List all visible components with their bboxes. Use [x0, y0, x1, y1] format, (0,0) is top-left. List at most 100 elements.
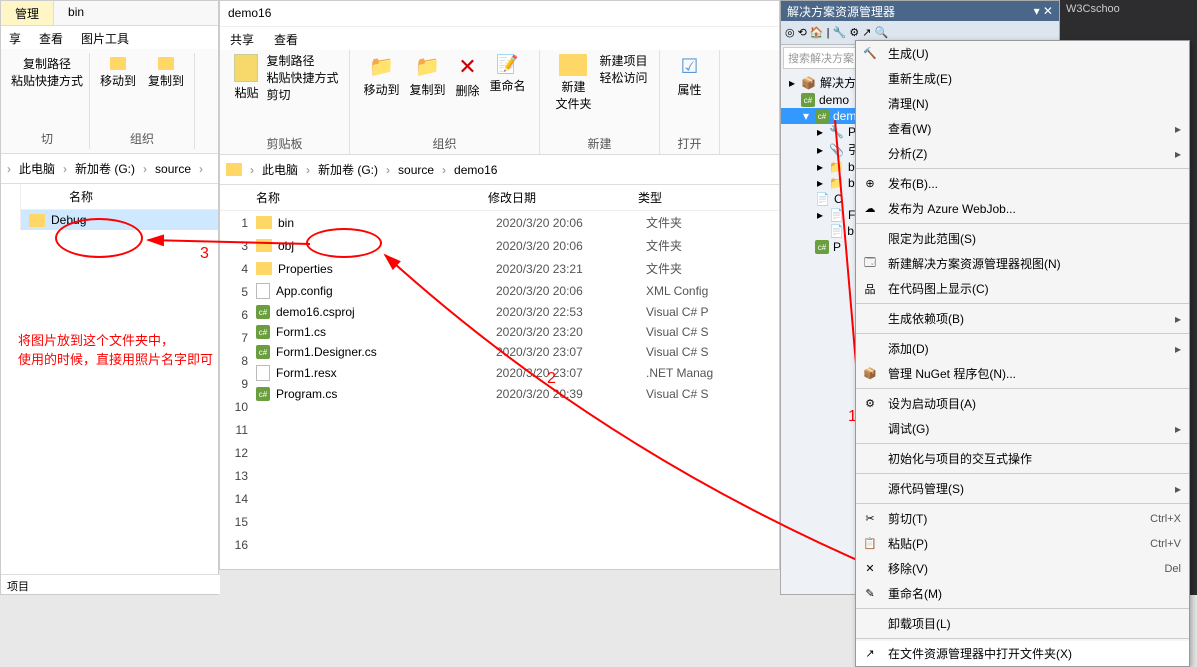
menu-item[interactable]: 限定为此范围(S) — [856, 226, 1189, 251]
grp-clipboard: 粘贴 复制路径 粘贴快捷方式 剪切 剪贴板 — [220, 50, 350, 154]
crumb-source[interactable]: source — [151, 160, 195, 178]
menu-item[interactable]: ⚙设为启动项目(A) — [856, 391, 1189, 416]
tab-manage[interactable]: 管理 — [1, 1, 54, 25]
file-row[interactable]: obj2020/3/20 20:06文件夹 — [220, 234, 779, 257]
paste-shortcut-btn-2[interactable]: 粘贴快捷方式 — [267, 69, 339, 86]
properties-btn[interactable]: ☑属性 — [673, 52, 705, 100]
col-name[interactable]: 名称 — [61, 184, 101, 209]
line-number: 11 — [220, 423, 254, 446]
col-name[interactable]: 名称 — [220, 185, 480, 210]
line-number: 7 — [220, 331, 254, 354]
tab-share[interactable]: 共享 — [230, 31, 254, 46]
number-strip: 1345678910111213141516 — [220, 216, 254, 561]
line-number: 5 — [220, 285, 254, 308]
paste-shortcut-btn[interactable]: 粘贴快捷方式 — [11, 72, 83, 89]
tab-bar: 管理 bin — [1, 1, 218, 26]
annotation-circle-debug — [55, 218, 143, 258]
list-header: 名称 — [21, 184, 218, 210]
window-title: demo16 — [220, 1, 779, 26]
explorer-window-1: 管理 bin 享 查看 图片工具 复制路径 粘贴快捷方式 切 移动到 复制到 组… — [0, 0, 219, 595]
cmd-view[interactable]: 查看 — [39, 30, 63, 45]
menu-item[interactable]: ✎重命名(M) — [856, 581, 1189, 606]
context-menu: 🔨生成(U)重新生成(E)清理(N)查看(W)▸分析(Z)▸ ⊕发布(B)...☁… — [855, 40, 1190, 667]
menu-item[interactable]: 重新生成(E) — [856, 66, 1189, 91]
grp-label-org: 组织 — [130, 130, 154, 147]
menu-item[interactable]: 初始化与项目的交互式操作 — [856, 446, 1189, 471]
file-row[interactable]: c#demo16.csproj2020/3/20 22:53Visual C# … — [220, 302, 779, 322]
line-number: 6 — [220, 308, 254, 331]
menu-item[interactable]: ✕移除(V)Del — [856, 556, 1189, 581]
file-row[interactable]: App.config2020/3/20 20:06XML Config — [220, 280, 779, 302]
ribbon-group-clipboard: 复制路径 粘贴快捷方式 切 — [5, 53, 90, 149]
copy-path-btn[interactable]: 复制路径 — [11, 55, 83, 72]
breadcrumb-2[interactable]: ›此电脑 ›新加卷 (G:) ›source ›demo16 — [220, 155, 779, 185]
ribbon-group-org: 移动到 复制到 组织 — [90, 53, 195, 149]
crumb-demo16[interactable]: demo16 — [450, 161, 501, 179]
col-type[interactable]: 类型 — [630, 185, 750, 210]
menu-item[interactable]: 调试(G)▸ — [856, 416, 1189, 441]
ribbon: 复制路径 粘贴快捷方式 切 移动到 复制到 组织 — [1, 49, 218, 154]
nav-tree[interactable] — [1, 184, 21, 230]
line-number: 16 — [220, 538, 254, 561]
move-to-btn[interactable]: 移动到 — [96, 55, 140, 91]
grp-new: 新建 文件夹 新建项目 轻松访问 新建 — [540, 50, 660, 154]
menu-item[interactable]: ✂剪切(T)Ctrl+X — [856, 506, 1189, 531]
file-row[interactable]: bin2020/3/20 20:06文件夹 — [220, 211, 779, 234]
col-date[interactable]: 修改日期 — [480, 185, 630, 210]
file-row[interactable]: c#Program.cs2020/3/20 20:39Visual C# S — [220, 384, 779, 404]
menu-item[interactable]: 分析(Z)▸ — [856, 141, 1189, 166]
menu-item[interactable]: 🗔新建解决方案资源管理器视图(N) — [856, 251, 1189, 276]
file-row[interactable]: Form1.resx2020/3/20 23:07.NET Manag — [220, 362, 779, 384]
cmd-share[interactable]: 享 — [9, 30, 21, 45]
menu-item[interactable]: ↗在文件资源管理器中打开文件夹(X) — [856, 641, 1189, 666]
annotation-num-3: 3 — [200, 245, 209, 263]
line-number: 9 — [220, 377, 254, 400]
menu-item[interactable]: 卸载项目(L) — [856, 611, 1189, 636]
menu-item[interactable]: 查看(W)▸ — [856, 116, 1189, 141]
crumb-pc[interactable]: 此电脑 — [15, 158, 59, 179]
folder-icon — [29, 214, 45, 227]
menu-item[interactable]: ⊕发布(B)... — [856, 171, 1189, 196]
crumb-drive[interactable]: 新加卷 (G:) — [314, 159, 382, 180]
crumb-drive[interactable]: 新加卷 (G:) — [71, 158, 139, 179]
menu-item[interactable]: 📋粘贴(P)Ctrl+V — [856, 531, 1189, 556]
menu-item[interactable]: 清理(N) — [856, 91, 1189, 116]
menu-item[interactable]: 源代码管理(S)▸ — [856, 476, 1189, 501]
menu-item[interactable]: 生成依赖项(B)▸ — [856, 306, 1189, 331]
paste-btn[interactable]: 粘贴 — [230, 52, 262, 103]
crumb-source[interactable]: source — [394, 161, 438, 179]
line-number: 12 — [220, 446, 254, 469]
cmd-image-tools[interactable]: 图片工具 — [81, 30, 129, 45]
line-number: 10 — [220, 400, 254, 423]
tab-bin[interactable]: bin — [54, 1, 98, 25]
move-to-btn-2[interactable]: 📁移动到 — [359, 52, 403, 101]
file-row[interactable]: c#Form1.cs2020/3/20 23:20Visual C# S — [220, 322, 779, 342]
new-item-btn[interactable]: 新建项目 — [600, 52, 648, 69]
delete-btn[interactable]: ✕删除 — [452, 52, 484, 101]
cut-btn[interactable]: 剪切 — [267, 86, 339, 103]
copy-to-btn-2[interactable]: 📁复制到 — [405, 52, 449, 101]
grp-organize: 📁移动到 📁复制到 ✕删除 📝重命名 组织 — [350, 50, 540, 154]
line-number: 8 — [220, 354, 254, 377]
folder-icon — [226, 163, 242, 176]
file-row[interactable]: c#Form1.Designer.cs2020/3/20 23:07Visual… — [220, 342, 779, 362]
w3c-label: W3Cschoo — [1060, 0, 1197, 18]
tab-view[interactable]: 查看 — [274, 31, 298, 46]
menu-item[interactable]: 🔨生成(U) — [856, 41, 1189, 66]
breadcrumb[interactable]: ›此电脑 ›新加卷 (G:) ›source › — [1, 154, 218, 184]
tab-bar-2: 共享 查看 — [220, 26, 779, 50]
file-row[interactable]: Properties2020/3/20 23:21文件夹 — [220, 257, 779, 280]
rename-btn[interactable]: 📝重命名 — [486, 52, 530, 101]
annotation-num-2: 2 — [547, 370, 556, 388]
easy-access-btn[interactable]: 轻松访问 — [600, 69, 648, 86]
menu-item[interactable]: 品在代码图上显示(C) — [856, 276, 1189, 301]
menu-item[interactable]: 添加(D)▸ — [856, 336, 1189, 361]
grp-open: ☑属性 打开 — [660, 50, 720, 154]
new-folder-btn[interactable]: 新建 文件夹 — [551, 52, 595, 114]
menu-item[interactable]: ☁发布为 Azure WebJob... — [856, 196, 1189, 221]
pin-icon[interactable]: ▾ ✕ — [1034, 4, 1053, 18]
menu-item[interactable]: 📦管理 NuGet 程序包(N)... — [856, 361, 1189, 386]
copy-to-btn[interactable]: 复制到 — [144, 55, 188, 91]
copy-path-btn-2[interactable]: 复制路径 — [267, 52, 339, 69]
crumb-pc[interactable]: 此电脑 — [258, 159, 302, 180]
